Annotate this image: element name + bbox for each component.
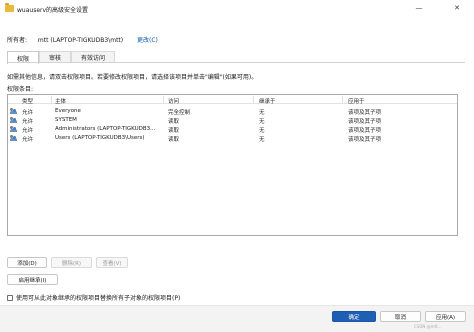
- watermark: CSDN @mtt...: [414, 324, 442, 329]
- cell-applies-to: 该项及其子项: [348, 110, 382, 116]
- cell-principal: Users (LAPTOP-TIGKUDB3\Users): [55, 135, 145, 141]
- change-owner-link[interactable]: 更改(C): [137, 35, 158, 44]
- users-icon: [10, 117, 17, 123]
- cell-principal: Administrators (LAPTOP-TIGKUDB3...: [55, 126, 156, 132]
- minimize-button[interactable]: —: [408, 0, 430, 16]
- list-header: 类型 主体 访问 继承于 应用于: [8, 95, 457, 105]
- cell-type: 允许: [22, 128, 34, 134]
- table-row[interactable]: 允许 SYSTEM 读取 无 该项及其子项: [8, 116, 457, 125]
- column-separator[interactable]: [342, 96, 343, 103]
- info-text: 如需其他信息，请双击权限项目。若要修改权限项目，请选择该项目并单击"编辑"(如果…: [7, 74, 258, 81]
- column-separator[interactable]: [163, 96, 164, 103]
- permission-entries-list[interactable]: 类型 主体 访问 继承于 应用于 允许 Everyone 完全控制 无 该项及其…: [7, 94, 458, 236]
- replace-child-permissions-label: 使用可从此对象继承的权限项目替换所有子对象的权限项目(P): [16, 295, 181, 302]
- folder-icon: [5, 3, 14, 12]
- cell-applies-to: 该项及其子项: [348, 128, 382, 134]
- remove-button[interactable]: 删除(R): [51, 257, 92, 268]
- view-button[interactable]: 查看(V): [96, 257, 128, 268]
- owner-row: 所有者: mtt (LAPTOP-TIGKUDB3\mtt): [7, 35, 123, 44]
- cell-inherited-from: 无: [259, 137, 265, 143]
- cell-inherited-from: 无: [259, 128, 265, 134]
- column-separator[interactable]: [253, 96, 254, 103]
- apply-button[interactable]: 应用(A): [425, 311, 466, 322]
- cell-applies-to: 该项及其子项: [348, 137, 382, 143]
- cell-inherited-from: 无: [259, 119, 265, 125]
- cell-type: 允许: [22, 137, 34, 143]
- cell-access: 读取: [168, 128, 180, 134]
- enable-inheritance-button[interactable]: 启用继承(I): [7, 274, 58, 285]
- owner-value: mtt (LAPTOP-TIGKUDB3\mtt): [37, 37, 124, 44]
- replace-child-permissions-row[interactable]: 使用可从此对象继承的权限项目替换所有子对象的权限项目(P): [7, 293, 180, 302]
- cancel-button[interactable]: 取消: [380, 311, 421, 322]
- column-separator[interactable]: [51, 96, 52, 103]
- users-icon: [10, 135, 17, 141]
- cell-applies-to: 该项及其子项: [348, 119, 382, 125]
- cell-access: 读取: [168, 137, 180, 143]
- column-header-applies-to[interactable]: 应用于: [348, 97, 365, 105]
- permission-entries-label: 权限条目:: [7, 86, 34, 93]
- replace-child-permissions-checkbox[interactable]: [7, 294, 13, 301]
- cell-principal: Everyone: [55, 108, 81, 114]
- column-header-inherited-from[interactable]: 继承于: [259, 97, 276, 105]
- tab-divider: [7, 62, 465, 63]
- column-header-principal[interactable]: 主体: [55, 97, 66, 105]
- table-row[interactable]: 允许 Users (LAPTOP-TIGKUDB3\Users) 读取 无 该项…: [8, 134, 457, 143]
- users-icon: [10, 108, 17, 114]
- add-button[interactable]: 添加(D): [7, 257, 47, 268]
- title-bar: wuauserv的高级安全设置 — ✕: [0, 0, 474, 20]
- close-button[interactable]: ✕: [446, 0, 468, 16]
- table-row[interactable]: 允许 Administrators (LAPTOP-TIGKUDB3... 读取…: [8, 125, 457, 134]
- cell-type: 允许: [22, 110, 34, 116]
- cell-access: 完全控制: [168, 110, 191, 116]
- owner-label: 所有者:: [7, 37, 28, 44]
- cell-inherited-from: 无: [259, 110, 265, 116]
- cell-type: 允许: [22, 119, 34, 125]
- ok-button[interactable]: 确定: [332, 311, 376, 322]
- users-icon: [10, 126, 17, 132]
- cell-access: 读取: [168, 119, 180, 125]
- column-header-access[interactable]: 访问: [168, 97, 179, 105]
- table-row[interactable]: 允许 Everyone 完全控制 无 该项及其子项: [8, 107, 457, 116]
- column-header-type[interactable]: 类型: [22, 97, 33, 105]
- cell-principal: SYSTEM: [55, 117, 77, 123]
- window-title: wuauserv的高级安全设置: [17, 7, 89, 14]
